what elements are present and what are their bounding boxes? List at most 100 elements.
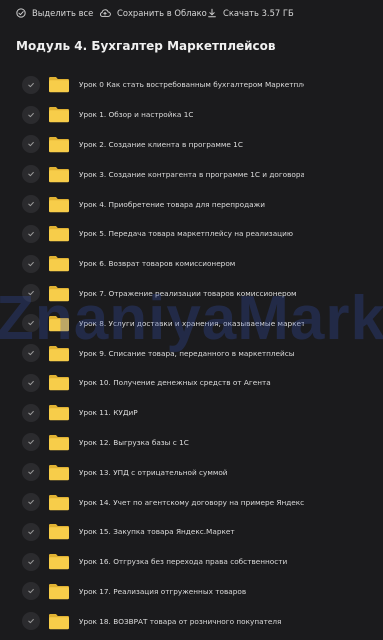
checkbox[interactable] bbox=[22, 433, 40, 452]
folder-icon bbox=[48, 583, 70, 600]
folder-icon bbox=[48, 523, 70, 540]
select-all-label: Выделить все bbox=[32, 8, 94, 18]
list-item[interactable]: Урок 8. Услуги доставки и хранения, оказ… bbox=[0, 308, 383, 338]
toolbar: Выделить все Сохранить в Облако Скачать … bbox=[0, 0, 383, 26]
checkbox[interactable] bbox=[22, 105, 40, 124]
folder-icon bbox=[48, 494, 70, 511]
folder-icon bbox=[48, 166, 70, 183]
folder-name: Урок 16. Отгрузка без перехода права соб… bbox=[79, 557, 288, 567]
checkbox[interactable] bbox=[22, 254, 40, 273]
download-icon bbox=[207, 8, 217, 18]
select-all-button[interactable]: Выделить все bbox=[16, 6, 93, 20]
checkbox[interactable] bbox=[22, 373, 40, 392]
download-button[interactable]: Скачать 3.57 ГБ bbox=[207, 6, 294, 20]
list-item[interactable]: Урок 6. Возврат товаров комиссионером bbox=[0, 249, 383, 279]
download-label: Скачать 3.57 ГБ bbox=[223, 8, 294, 18]
folder-icon bbox=[48, 434, 70, 451]
list-item[interactable]: Урок 7. Отражение реализации товаров ком… bbox=[0, 279, 383, 309]
folder-name: Урок 12. Выгрузка базы с 1С bbox=[79, 437, 189, 447]
list-item[interactable]: Урок 14. Учет по агентскому договору на … bbox=[0, 487, 383, 517]
checkmark-icon bbox=[27, 409, 35, 417]
folder-icon bbox=[48, 106, 70, 123]
checkmark-icon bbox=[27, 498, 35, 506]
save-to-cloud-button[interactable]: Сохранить в Облако bbox=[99, 6, 207, 20]
folder-name: Урок 18. ВОЗВРАТ товара от розничного по… bbox=[79, 616, 282, 626]
folder-name: Урок 15. Закупка товара Яндекс.Маркет bbox=[79, 527, 235, 537]
list-item[interactable]: Урок 2. Создание клиента в программе 1С bbox=[0, 130, 383, 160]
cloud-upload-icon bbox=[99, 8, 111, 18]
list-item[interactable]: Урок 10. Получение денежных средств от А… bbox=[0, 368, 383, 398]
page-title: Модуль 4. Бухгалтер Маркетплейсов bbox=[16, 39, 276, 53]
list-item[interactable]: Урок 3. Создание контрагента в программе… bbox=[0, 159, 383, 189]
folder-name: Урок 4. Приобретение товара для перепрод… bbox=[79, 199, 265, 209]
list-item[interactable]: Урок 9. Списание товара, переданного в м… bbox=[0, 338, 383, 368]
list-item[interactable]: Урок 1. Обзор и настройка 1С bbox=[0, 100, 383, 130]
folder-name: Урок 0 Как стать востребованным бухгалте… bbox=[79, 80, 304, 90]
checkbox[interactable] bbox=[22, 612, 40, 631]
checkbox[interactable] bbox=[22, 493, 40, 512]
folder-icon bbox=[48, 136, 70, 153]
checkmark-icon bbox=[27, 260, 35, 268]
folder-name: Урок 5. Передача товара маркетплейсу на … bbox=[79, 229, 294, 239]
checkmark-icon bbox=[27, 230, 35, 238]
folder-icon bbox=[48, 196, 70, 213]
folder-name: Урок 11. КУДиР bbox=[79, 408, 138, 418]
folder-name: Урок 10. Получение денежных средств от А… bbox=[79, 378, 271, 388]
file-browser-page: Выделить все Сохранить в Облако Скачать … bbox=[0, 0, 383, 640]
checkbox[interactable] bbox=[22, 135, 40, 154]
checkmark-icon bbox=[27, 170, 35, 178]
list-item[interactable]: Урок 0 Как стать востребованным бухгалте… bbox=[0, 70, 383, 100]
checkmark-icon bbox=[27, 349, 35, 357]
checkbox[interactable] bbox=[22, 165, 40, 184]
list-item[interactable]: Урок 13. УПД с отрицательной суммой bbox=[0, 457, 383, 487]
folder-name: Урок 14. Учет по агентскому договору на … bbox=[79, 497, 304, 507]
list-item[interactable]: Урок 18. ВОЗВРАТ товара от розничного по… bbox=[0, 606, 383, 636]
folder-icon bbox=[48, 613, 70, 630]
checkmark-icon bbox=[27, 528, 35, 536]
checkmark-icon bbox=[27, 587, 35, 595]
checkbox[interactable] bbox=[22, 314, 40, 333]
checkmark-icon bbox=[27, 617, 35, 625]
folder-icon bbox=[48, 553, 70, 570]
checkmark-icon bbox=[27, 140, 35, 148]
checkbox[interactable] bbox=[22, 403, 40, 422]
checkmark-icon bbox=[27, 200, 35, 208]
folder-name: Урок 8. Услуги доставки и хранения, оказ… bbox=[79, 318, 304, 328]
folder-name: Урок 3. Создание контрагента в программе… bbox=[79, 169, 304, 179]
folder-icon bbox=[48, 225, 70, 242]
list-item[interactable]: Урок 4. Приобретение товара для перепрод… bbox=[0, 189, 383, 219]
list-item[interactable]: Урок 17. Реализация отгруженных товаров bbox=[0, 577, 383, 607]
checkbox[interactable] bbox=[22, 463, 40, 482]
checkmark-icon bbox=[27, 289, 35, 297]
checkmark-icon bbox=[27, 558, 35, 566]
checkbox[interactable] bbox=[22, 224, 40, 243]
folder-name: Урок 17. Реализация отгруженных товаров bbox=[79, 586, 247, 596]
list-item[interactable]: Урок 11. КУДиР bbox=[0, 398, 383, 428]
checkmark-icon bbox=[27, 438, 35, 446]
checkmark-icon bbox=[27, 379, 35, 387]
checkbox[interactable] bbox=[22, 582, 40, 601]
checkbox[interactable] bbox=[22, 284, 40, 303]
save-to-cloud-label: Сохранить в Облако bbox=[117, 8, 207, 18]
checkmark-icon bbox=[27, 468, 35, 476]
checkmark-icon bbox=[27, 319, 35, 327]
checkbox[interactable] bbox=[22, 552, 40, 571]
list-item[interactable]: Урок 5. Передача товара маркетплейсу на … bbox=[0, 219, 383, 249]
folder-name: Урок 6. Возврат товаров комиссионером bbox=[79, 259, 236, 269]
folder-name: Урок 1. Обзор и настройка 1С bbox=[79, 110, 194, 120]
checkmark-icon bbox=[27, 111, 35, 119]
folder-icon bbox=[48, 315, 70, 332]
checkbox[interactable] bbox=[22, 344, 40, 363]
check-circle-icon bbox=[16, 8, 26, 18]
checkbox[interactable] bbox=[22, 522, 40, 541]
folder-icon bbox=[48, 76, 70, 93]
checkbox[interactable] bbox=[22, 195, 40, 214]
folder-list: Урок 0 Как стать востребованным бухгалте… bbox=[0, 70, 383, 636]
list-item[interactable]: Урок 12. Выгрузка базы с 1С bbox=[0, 428, 383, 458]
folder-icon bbox=[48, 345, 70, 362]
folder-icon bbox=[48, 285, 70, 302]
folder-icon bbox=[48, 404, 70, 421]
list-item[interactable]: Урок 15. Закупка товара Яндекс.Маркет bbox=[0, 517, 383, 547]
checkbox[interactable] bbox=[22, 75, 40, 94]
list-item[interactable]: Урок 16. Отгрузка без перехода права соб… bbox=[0, 547, 383, 577]
